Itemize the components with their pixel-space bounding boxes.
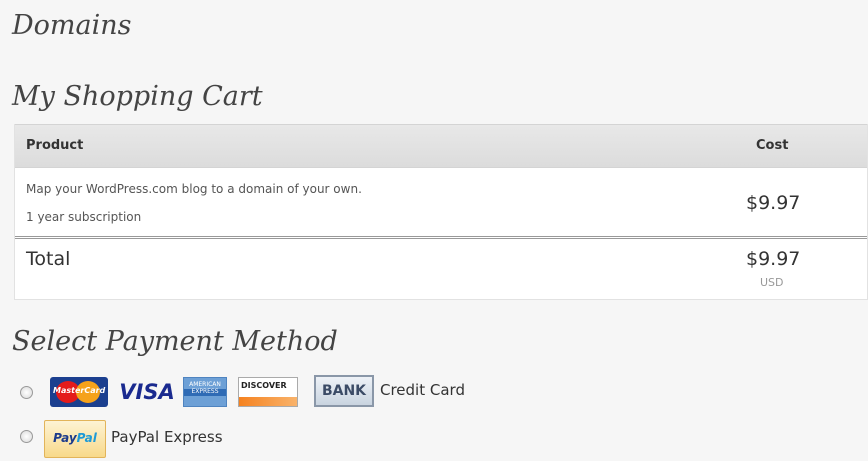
- cost-column-header: Cost: [756, 138, 789, 153]
- item-term: 1 year subscription: [26, 210, 142, 224]
- amex-logo-icon: AMERICAN EXPRESS: [183, 377, 227, 407]
- mastercard-logo-text: MasterCard: [53, 386, 106, 395]
- paypal-logo-pal: Pal: [76, 431, 97, 445]
- payment-method-heading: Select Payment Method: [12, 326, 338, 357]
- product-column-header: Product: [26, 138, 84, 153]
- paypal-logo-icon: PayPal: [44, 420, 106, 458]
- paypal-logo-pay: Pay: [53, 431, 77, 445]
- total-price: $9.97: [746, 248, 801, 270]
- shopping-cart-heading: My Shopping Cart: [12, 81, 263, 112]
- visa-logo-icon: VISA: [119, 380, 175, 404]
- item-description: Map your WordPress.com blog to a domain …: [26, 182, 362, 196]
- item-price: $9.97: [746, 192, 801, 214]
- amex-logo-text: AMERICAN EXPRESS: [189, 381, 221, 395]
- credit-card-radio[interactable]: [20, 386, 33, 399]
- total-currency: USD: [760, 276, 784, 289]
- total-label: Total: [26, 248, 71, 270]
- bank-logo-icon: BANK: [314, 375, 374, 407]
- discover-logo-text: DISCOVER: [241, 381, 287, 390]
- cart-bottom-border: [15, 299, 867, 300]
- discover-logo-icon: DISCOVER: [238, 377, 298, 407]
- total-divider: [15, 236, 867, 239]
- credit-card-label[interactable]: Credit Card: [380, 381, 465, 399]
- paypal-express-label[interactable]: PayPal Express: [111, 428, 223, 446]
- cart-table: Product Cost Map your WordPress.com blog…: [14, 124, 868, 300]
- paypal-radio[interactable]: [20, 430, 33, 443]
- cart-table-header: Product Cost: [15, 124, 867, 168]
- domains-heading: Domains: [12, 10, 132, 41]
- mastercard-logo-icon: MasterCard: [50, 377, 108, 407]
